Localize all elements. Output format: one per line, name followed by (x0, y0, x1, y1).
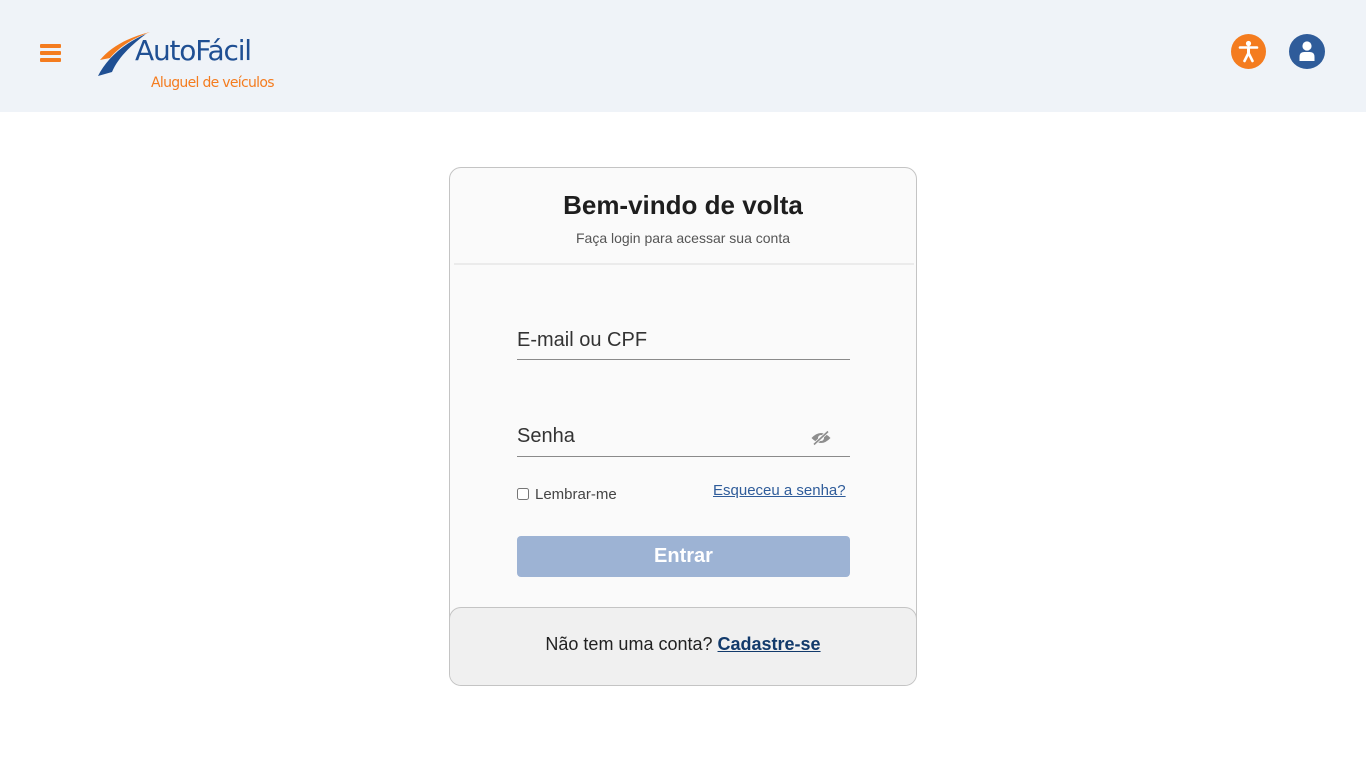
login-card-header: Bem-vindo de volta Faça login para acess… (450, 168, 916, 264)
user-account-button[interactable] (1289, 34, 1325, 69)
hamburger-menu-icon[interactable] (40, 44, 62, 64)
signup-line: Não tem uma conta? Cadastre-se (450, 634, 916, 655)
toggle-password-visibility-button[interactable] (810, 430, 832, 446)
password-input[interactable] (517, 412, 850, 456)
email-field (517, 318, 850, 360)
user-account-icon (1299, 41, 1315, 61)
password-field (517, 412, 850, 457)
signup-link[interactable]: Cadastre-se (718, 634, 821, 654)
header-divider (454, 263, 914, 265)
logo-tagline: Aluguel de veículos (151, 75, 275, 91)
page-subtitle: Faça login para acessar sua conta (575, 230, 790, 246)
remember-me-checkbox[interactable] (517, 487, 529, 500)
accessibility-button[interactable] (1231, 34, 1266, 69)
signup-prompt: Não tem uma conta? (545, 634, 713, 654)
accessibility-icon (1238, 40, 1259, 63)
login-submit-button[interactable]: Entrar (517, 536, 850, 577)
login-card: Bem-vindo de volta Faça login para acess… (449, 167, 917, 686)
forgot-password-link[interactable]: Esqueceu a senha? (713, 482, 846, 499)
logo-name: AutoFácil (135, 34, 252, 67)
login-card-footer: Não tem uma conta? Cadastre-se (450, 607, 916, 685)
top-header: AutoFácil Aluguel de veículos (0, 0, 1366, 112)
brand-logo[interactable]: AutoFácil Aluguel de veículos (96, 30, 286, 96)
remember-me[interactable]: Lembrar-me (517, 484, 617, 503)
remember-me-label: Lembrar-me (535, 486, 617, 503)
email-input[interactable] (517, 318, 850, 359)
eye-slash-icon (811, 430, 831, 446)
page-title: Bem-vindo de volta (563, 190, 803, 220)
